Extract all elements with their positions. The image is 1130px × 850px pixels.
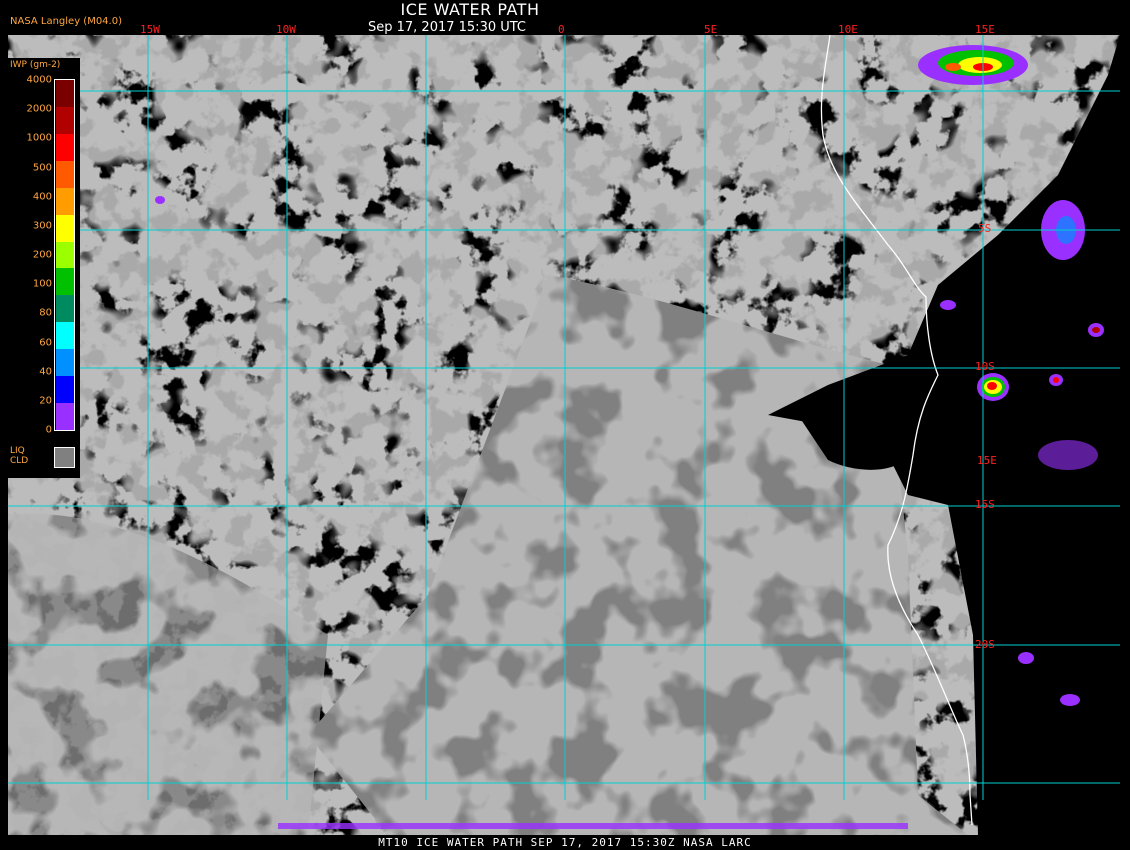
map-timestamp: Sep 17, 2017 15:30 UTC [367, 20, 527, 35]
legend-bar-outline [54, 79, 75, 431]
lat-label-5s: 5S [978, 222, 992, 235]
ice-cell-east-2-core [1053, 377, 1059, 383]
ice-cell-ne-peak2 [945, 63, 961, 71]
color-legend: IWP (gm-2) 4000 2000 1000 500 400 300 200 100 80… [8, 58, 80, 478]
legend-tick-label: 400 [32, 191, 52, 203]
liquid-cloud-swatch [54, 447, 75, 468]
ice-cell-east-1-core [1092, 327, 1100, 333]
legend-tick-label: 200 [32, 249, 52, 261]
lat-label-10s: 10S [975, 360, 995, 373]
legend-tick-label: 4000 [26, 74, 52, 86]
footer-caption: MT10 ICE WATER PATH SEP 17, 2017 15:30Z … [378, 836, 752, 849]
lat-label-20s: 20S [975, 638, 995, 651]
agency-label: NASA Langley (M04.0) [10, 16, 122, 27]
ice-cell-22s [1060, 694, 1080, 706]
legend-tick-label: 1000 [26, 132, 52, 144]
ice-cell-10s-peak [987, 382, 997, 390]
lat-label-15s: 15S [975, 498, 995, 511]
ice-cell-mid-east [940, 300, 956, 310]
liquid-cloud-label: LIQ CLD [10, 446, 28, 466]
legend-tick-label: 500 [32, 162, 52, 173]
ice-water-path-map [8, 35, 1120, 835]
ice-cell-11s-east [1038, 440, 1098, 470]
legend-tick-label: 60 [39, 337, 52, 348]
legend-tick-label: 40 [39, 366, 52, 378]
ice-cell-south-strip [278, 823, 908, 829]
legend-tick-label: 300 [32, 220, 52, 232]
legend-tick-label: 0 [45, 424, 52, 436]
liquid-cloud-label-line-1: LIQ [10, 446, 25, 456]
legend-tick-label: 100 [32, 278, 52, 290]
map-title: ICE WATER PATH [400, 0, 540, 19]
ice-cell-20s [1018, 652, 1034, 664]
legend-tick-label: 20 [39, 395, 52, 407]
legend-title: IWP (gm-2) [10, 60, 61, 70]
ice-cell-west [155, 196, 165, 204]
legend-tick-label: 80 [39, 307, 52, 319]
liquid-cloud-label-line-2: CLD [10, 456, 29, 466]
legend-tick-label: 2000 [26, 103, 52, 115]
lat-label-15e-mid: 15E [977, 454, 997, 467]
